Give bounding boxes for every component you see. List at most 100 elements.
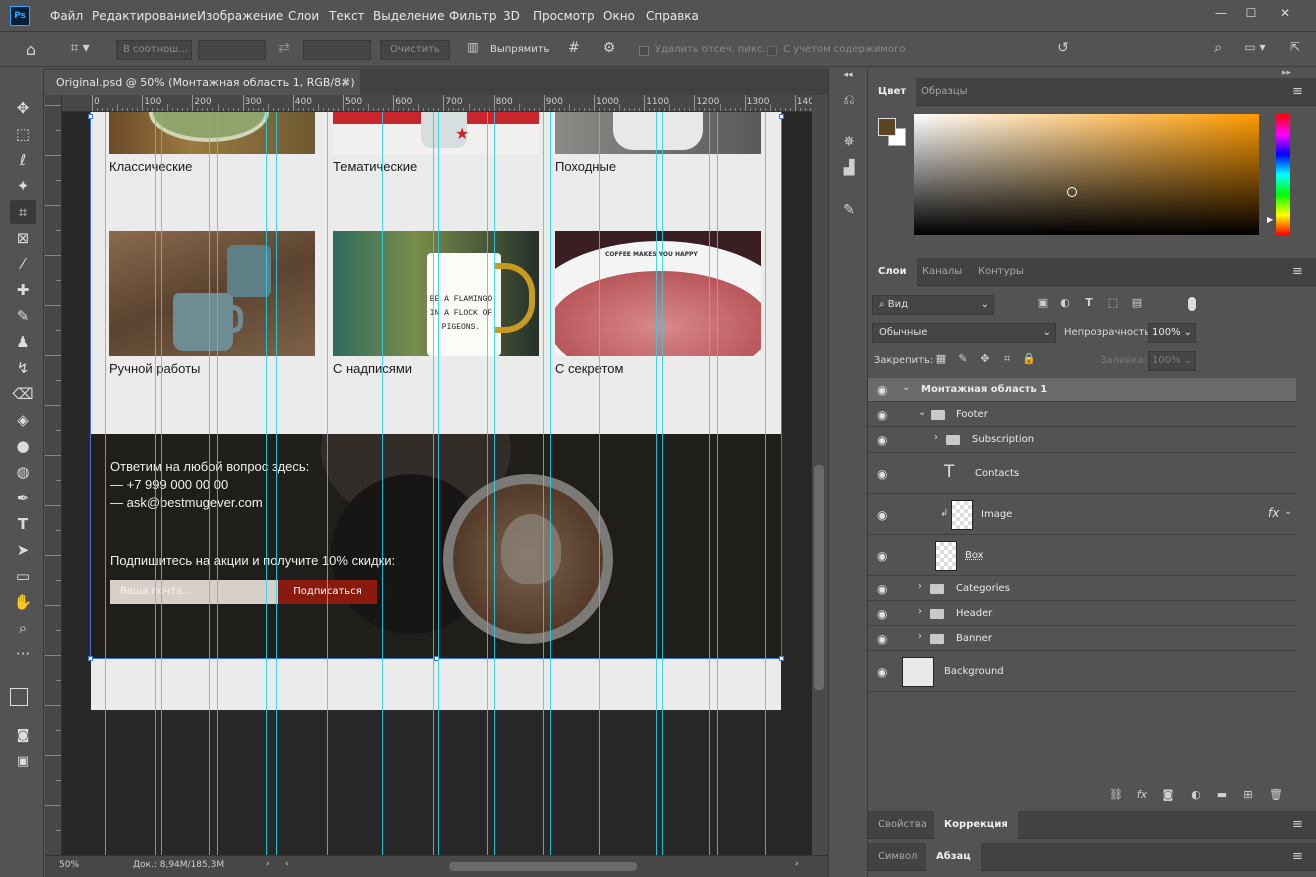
- screen-mode-icon[interactable]: ▣: [10, 750, 36, 774]
- layer-row-box[interactable]: ◉ Box: [868, 536, 1296, 576]
- filter-shape-icon[interactable]: ⬚: [1106, 296, 1120, 309]
- panel-menu-icon[interactable]: ≡: [1292, 849, 1303, 864]
- color-field[interactable]: [914, 114, 1259, 235]
- healing-brush-icon[interactable]: ✚: [10, 278, 36, 302]
- visibility-eye-icon[interactable]: ◉: [877, 508, 887, 522]
- menu-image[interactable]: Изображение: [197, 0, 283, 32]
- horizontal-scroll-thumb[interactable]: [449, 862, 637, 871]
- chevron-right-icon[interactable]: ›: [934, 432, 938, 443]
- navigator-icon[interactable]: ✵: [838, 134, 860, 150]
- visibility-eye-icon[interactable]: ◉: [877, 433, 887, 447]
- fx-badge[interactable]: fx: [1268, 506, 1279, 520]
- guide-line[interactable]: [266, 112, 267, 855]
- layer-row-banner[interactable]: ◉ › Banner: [868, 627, 1296, 651]
- color-picker-cursor[interactable]: [1067, 187, 1077, 197]
- maximize-button[interactable]: ☐: [1236, 0, 1266, 26]
- guide-line[interactable]: [105, 112, 106, 855]
- magic-wand-icon[interactable]: ✦: [10, 174, 36, 198]
- menu-layers[interactable]: Слои: [288, 0, 319, 32]
- marquee-tool-icon[interactable]: ⬚: [10, 122, 36, 146]
- home-icon[interactable]: ⌂: [20, 40, 42, 59]
- type-tool-icon[interactable]: T: [10, 512, 36, 536]
- layer-row-artboard[interactable]: ◉ ⌄ Монтажная область 1: [868, 378, 1296, 402]
- menu-edit[interactable]: Редактирование: [92, 0, 197, 32]
- lock-position-icon[interactable]: ✥: [978, 352, 992, 365]
- pen-tool-icon[interactable]: ✒: [10, 486, 36, 510]
- lock-transparency-icon[interactable]: ▦: [934, 352, 948, 365]
- hand-tool-icon[interactable]: ✋: [10, 590, 36, 614]
- zoom-level[interactable]: 50%: [59, 860, 79, 870]
- blend-mode-select[interactable]: Обычные ⌄: [872, 323, 1056, 343]
- scroll-right-icon[interactable]: ›: [795, 859, 799, 869]
- minimize-button[interactable]: —: [1206, 0, 1236, 26]
- lasso-tool-icon[interactable]: ℓ: [10, 148, 36, 172]
- lock-artboard-icon[interactable]: ⌗: [1000, 352, 1014, 366]
- close-window-button[interactable]: ✕: [1270, 0, 1300, 26]
- grid-overlay-icon[interactable]: #: [563, 40, 585, 56]
- filter-pixel-icon[interactable]: ▣: [1036, 296, 1050, 309]
- menu-select[interactable]: Выделение: [373, 0, 444, 32]
- layer-row-subscription[interactable]: ◉ › Subscription: [868, 428, 1296, 453]
- move-tool-icon[interactable]: ✥: [10, 96, 36, 120]
- visibility-eye-icon[interactable]: ◉: [877, 408, 887, 422]
- guide-line[interactable]: [717, 112, 718, 855]
- guide-line[interactable]: [155, 112, 156, 855]
- layer-row-footer[interactable]: ◉ ⌄ Footer: [868, 403, 1296, 427]
- transform-handle[interactable]: [779, 656, 784, 661]
- paint-bucket-icon[interactable]: ◈: [10, 408, 36, 432]
- workspace-icon[interactable]: ▭ ▾: [1238, 40, 1272, 54]
- content-aware-checkbox[interactable]: [767, 46, 777, 56]
- clear-button[interactable]: Очистить: [380, 40, 450, 60]
- tab-color[interactable]: Цвет: [868, 78, 917, 106]
- more-tools-icon[interactable]: ···: [10, 642, 36, 666]
- guide-line[interactable]: [765, 112, 766, 855]
- document-tab[interactable]: Original.psd @ 50% (Монтажная область 1,…: [45, 70, 360, 95]
- layer-row-background[interactable]: ◉ Background: [868, 652, 1296, 692]
- stamp-tool-icon[interactable]: ♟: [10, 330, 36, 354]
- new-group-icon[interactable]: ▬: [1214, 788, 1230, 801]
- scroll-left-icon[interactable]: ‹: [285, 859, 289, 869]
- chevron-down-icon[interactable]: ⌄: [1284, 506, 1292, 517]
- panel-menu-icon[interactable]: ≡: [1292, 817, 1303, 832]
- add-mask-icon[interactable]: ◙: [1160, 788, 1176, 801]
- transform-handle[interactable]: [88, 656, 93, 661]
- brush-tool-icon[interactable]: ✎: [10, 304, 36, 328]
- guide-line[interactable]: [599, 112, 600, 855]
- guide-line[interactable]: [487, 112, 488, 855]
- layers-menu-icon[interactable]: ≡: [1292, 264, 1303, 279]
- transform-handle[interactable]: [779, 114, 784, 119]
- link-layers-icon[interactable]: ⛓: [1108, 788, 1124, 801]
- zoom-tool-icon[interactable]: ⌕: [10, 616, 36, 640]
- swap-icon[interactable]: ⇄: [273, 40, 295, 56]
- crop-tool-preset-icon[interactable]: ⌗ ▾: [62, 40, 98, 56]
- guide-line[interactable]: [382, 112, 383, 855]
- guide-line[interactable]: [327, 112, 328, 855]
- adjustment-layer-icon[interactable]: ◐: [1188, 788, 1204, 801]
- vertical-scrollbar[interactable]: [812, 95, 828, 855]
- filter-toggle[interactable]: [1188, 297, 1196, 311]
- visibility-eye-icon[interactable]: ◉: [877, 467, 887, 481]
- filter-type-icon[interactable]: T: [1082, 296, 1096, 309]
- frame-tool-icon[interactable]: ⊠: [10, 226, 36, 250]
- gear-icon[interactable]: ⚙: [598, 40, 620, 56]
- guide-line[interactable]: [276, 112, 277, 855]
- chevron-down-icon[interactable]: ⌄: [902, 382, 910, 393]
- rectangle-tool-icon[interactable]: ▭: [10, 564, 36, 588]
- filter-adjustment-icon[interactable]: ◐: [1058, 296, 1072, 309]
- ratio-select[interactable]: В соотнош...: [116, 40, 192, 60]
- guide-line[interactable]: [543, 112, 544, 855]
- history-brush-icon[interactable]: ↯: [10, 356, 36, 380]
- visibility-eye-icon[interactable]: ◉: [877, 665, 887, 679]
- tab-channels[interactable]: Каналы: [912, 258, 972, 286]
- guide-line[interactable]: [161, 112, 162, 855]
- menu-view[interactable]: Просмотр: [533, 0, 595, 32]
- guide-line[interactable]: [217, 112, 218, 855]
- histogram-icon[interactable]: ▟: [838, 160, 860, 176]
- collapse-icon[interactable]: ◂◂: [837, 70, 859, 80]
- guide-line[interactable]: [656, 112, 657, 855]
- guide-line[interactable]: [209, 112, 210, 855]
- tab-paths[interactable]: Контуры: [968, 258, 1034, 286]
- chevron-right-icon[interactable]: ›: [918, 631, 922, 642]
- eyedropper-icon[interactable]: ⁄: [10, 252, 36, 276]
- close-tab-icon[interactable]: ✕: [341, 70, 350, 95]
